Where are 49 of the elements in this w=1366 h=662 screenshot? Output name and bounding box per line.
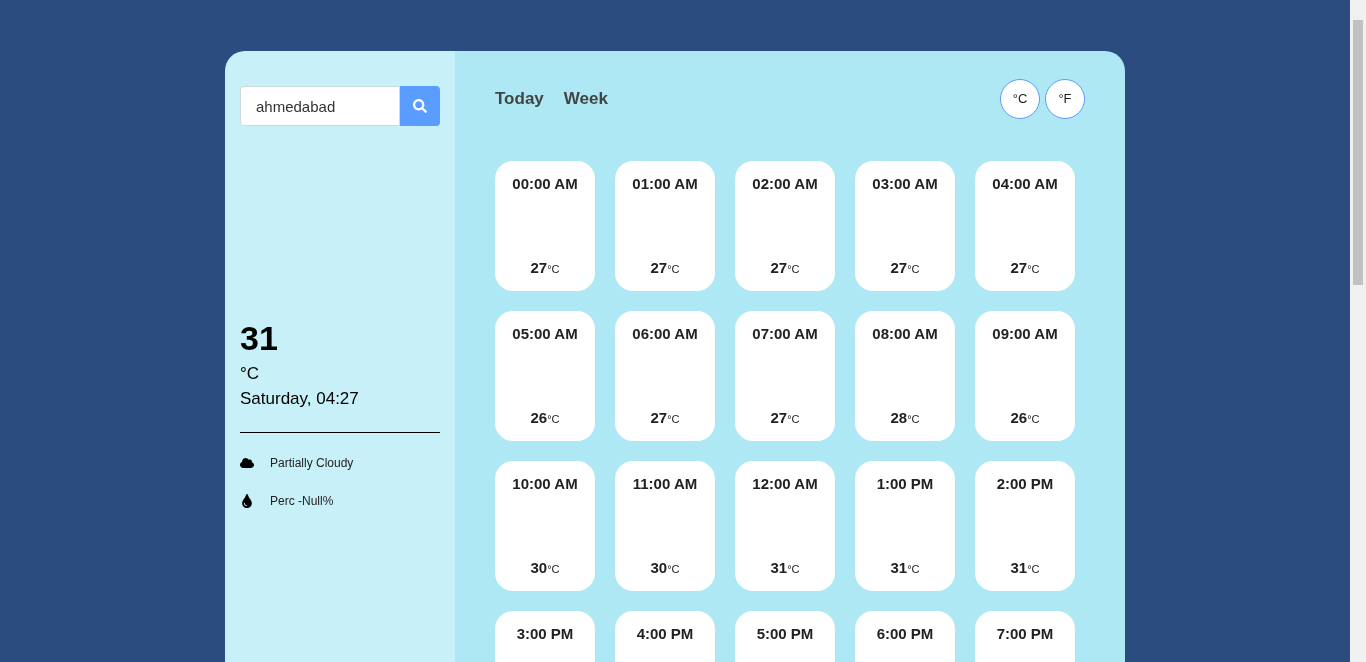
date-time: Saturday, 04:27 bbox=[240, 388, 359, 410]
hour-temperature: 27°C bbox=[890, 257, 920, 278]
hour-time: 11:00 AM bbox=[632, 474, 698, 494]
hour-time: 06:00 AM bbox=[632, 324, 698, 344]
hour-temperature: 27°C bbox=[530, 257, 560, 278]
hour-temperature: 31°C bbox=[770, 557, 800, 578]
hour-temperature: 30°C bbox=[530, 557, 560, 578]
hour-temperature: 31°C bbox=[1010, 557, 1040, 578]
condition-text: Perc -Null% bbox=[270, 493, 334, 510]
hour-time: 5:00 PM bbox=[756, 624, 814, 644]
hour-time: 01:00 AM bbox=[632, 174, 698, 194]
hour-time: 7:00 PM bbox=[996, 624, 1054, 644]
search-icon bbox=[413, 99, 427, 113]
unit-button[interactable]: °C bbox=[1000, 79, 1040, 119]
tab[interactable]: Week bbox=[563, 86, 608, 112]
hour-time: 4:00 PM bbox=[636, 624, 694, 644]
hour-time: 1:00 PM bbox=[876, 474, 934, 494]
current-temperature: 31 bbox=[240, 318, 278, 358]
hour-time: 09:00 AM bbox=[992, 324, 1058, 344]
hour-temperature: 27°C bbox=[1010, 257, 1040, 278]
hour-time: 6:00 PM bbox=[876, 624, 934, 644]
hour-time: 3:00 PM bbox=[516, 624, 574, 644]
hour-time: 12:00 AM bbox=[752, 474, 818, 494]
hour-temperature: 27°C bbox=[770, 407, 800, 428]
search-button[interactable] bbox=[400, 86, 440, 126]
hour-temperature: 28°C bbox=[890, 407, 920, 428]
hour-temperature: 26°C bbox=[1010, 407, 1040, 428]
hour-time: 04:00 AM bbox=[992, 174, 1058, 194]
hour-temperature: 30°C bbox=[650, 557, 680, 578]
hour-temperature: 27°C bbox=[650, 407, 680, 428]
hour-temperature: 31°C bbox=[890, 557, 920, 578]
hour-time: 10:00 AM bbox=[512, 474, 578, 494]
drop-icon bbox=[240, 494, 254, 508]
hour-time: 2:00 PM bbox=[996, 474, 1054, 494]
hour-temperature: 26°C bbox=[530, 407, 560, 428]
hour-time: 08:00 AM bbox=[872, 324, 938, 344]
temperature-unit: °C bbox=[240, 363, 260, 385]
search-field[interactable]: ahmedabad bbox=[240, 86, 400, 126]
hour-temperature: 27°C bbox=[770, 257, 800, 278]
hour-temperature: 27°C bbox=[650, 257, 680, 278]
hour-time: 03:00 AM bbox=[872, 174, 938, 194]
unit-button[interactable]: °F bbox=[1045, 79, 1085, 119]
hour-time: 05:00 AM bbox=[512, 324, 578, 344]
tab[interactable]: Today bbox=[495, 86, 544, 112]
hour-time: 00:00 AM bbox=[512, 174, 578, 194]
hour-time: 02:00 AM bbox=[752, 174, 818, 194]
cloud-icon bbox=[240, 456, 254, 470]
condition-text: Partially Cloudy bbox=[270, 455, 354, 472]
hour-time: 07:00 AM bbox=[752, 324, 818, 344]
